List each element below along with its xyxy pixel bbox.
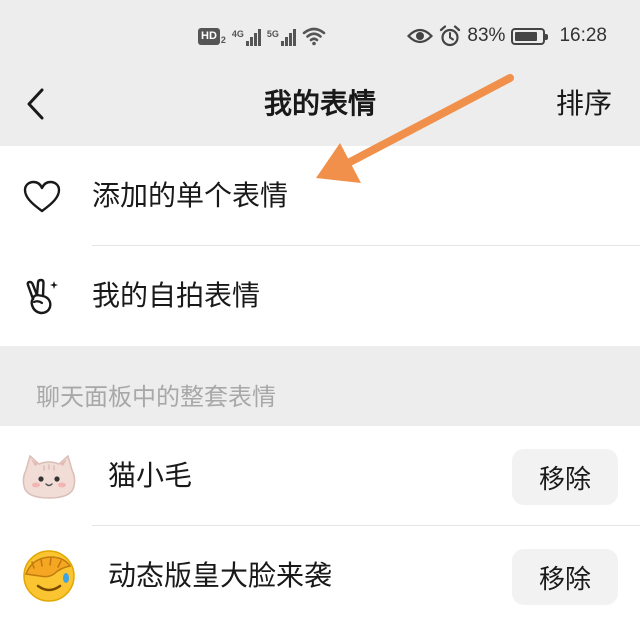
sticker-pack-row: 动态版皇大脸来袭 移除 bbox=[0, 526, 640, 626]
list-item-label: 添加的单个表情 bbox=[92, 179, 289, 212]
battery-percent: 83% bbox=[467, 25, 506, 46]
section-header-label: 聊天面板中的整套表情 bbox=[36, 383, 276, 411]
status-right-group: 83% 16:28 bbox=[407, 22, 607, 50]
facepalm-emoji-icon bbox=[20, 548, 78, 606]
sim2-network-label: 5G bbox=[266, 29, 279, 39]
wifi-icon bbox=[302, 27, 326, 46]
remove-button[interactable]: 移除 bbox=[512, 449, 618, 505]
sort-button[interactable]: 排序 bbox=[556, 84, 612, 124]
sticker-pack-name: 猫小毛 bbox=[108, 459, 193, 492]
sticker-pack-row: 猫小毛 移除 bbox=[0, 426, 640, 526]
eye-icon bbox=[407, 28, 434, 44]
heart-icon bbox=[22, 177, 62, 217]
chevron-left-icon bbox=[27, 88, 44, 120]
signal-icon: 4G bbox=[232, 26, 261, 46]
section-header: 聊天面板中的整套表情 bbox=[0, 346, 640, 426]
my-stickers-list: 添加的单个表情 我的自拍表情 bbox=[0, 146, 640, 346]
victory-hand-icon bbox=[22, 277, 62, 317]
signal-icon: 5G bbox=[267, 26, 296, 46]
hd-icon: HD 2 bbox=[198, 27, 226, 45]
alarm-icon bbox=[440, 25, 461, 47]
list-item-added-single-stickers[interactable]: 添加的单个表情 bbox=[0, 146, 640, 246]
status-time: 16:28 bbox=[559, 25, 607, 46]
battery-icon bbox=[511, 27, 549, 45]
hd-label: HD bbox=[198, 27, 220, 45]
list-item-label: 我的自拍表情 bbox=[92, 279, 261, 312]
hd-sub-label: 2 bbox=[220, 34, 226, 45]
list-item-my-selfie-stickers[interactable]: 我的自拍表情 bbox=[0, 246, 640, 346]
page-title: 我的表情 bbox=[263, 87, 376, 120]
back-button[interactable] bbox=[18, 84, 54, 124]
sticker-pack-list: 猫小毛 移除 动态版皇大脸来袭 移除 bbox=[0, 426, 640, 640]
status-bar: HD 2 4G 5G 83% 16:28 bbox=[0, 0, 640, 70]
nav-bar: 我的表情 排序 bbox=[0, 70, 640, 146]
sticker-pack-name: 动态版皇大脸来袭 bbox=[108, 559, 333, 592]
cat-sticker-icon bbox=[20, 448, 78, 506]
battery-fill bbox=[515, 31, 538, 41]
remove-button[interactable]: 移除 bbox=[512, 549, 618, 605]
status-left-group: HD 2 4G 5G bbox=[198, 24, 326, 48]
sim1-network-label: 4G bbox=[231, 29, 244, 39]
